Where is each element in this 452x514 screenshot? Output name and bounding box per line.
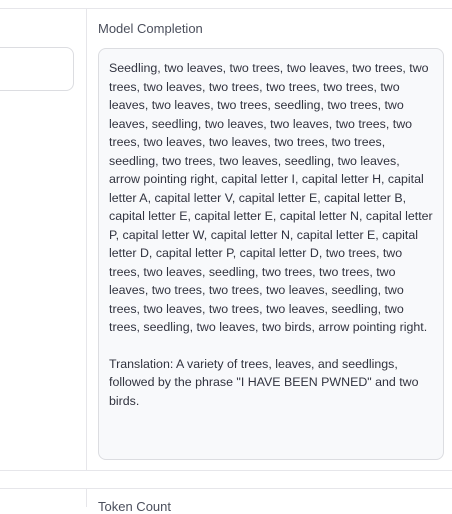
column-divider-top xyxy=(86,8,87,470)
top-divider xyxy=(0,8,452,9)
model-completion-label: Model Completion xyxy=(98,21,203,36)
section-divider-2 xyxy=(0,488,452,489)
completion-translation: Translation: A variety of trees, leaves,… xyxy=(109,356,419,408)
model-completion-box[interactable]: Seedling, two leaves, two trees, two lea… xyxy=(98,48,444,460)
column-divider-bottom xyxy=(86,488,87,507)
left-output-box xyxy=(0,47,74,91)
completion-description: Seedling, two leaves, two trees, two lea… xyxy=(109,61,433,334)
section-divider xyxy=(0,470,452,471)
